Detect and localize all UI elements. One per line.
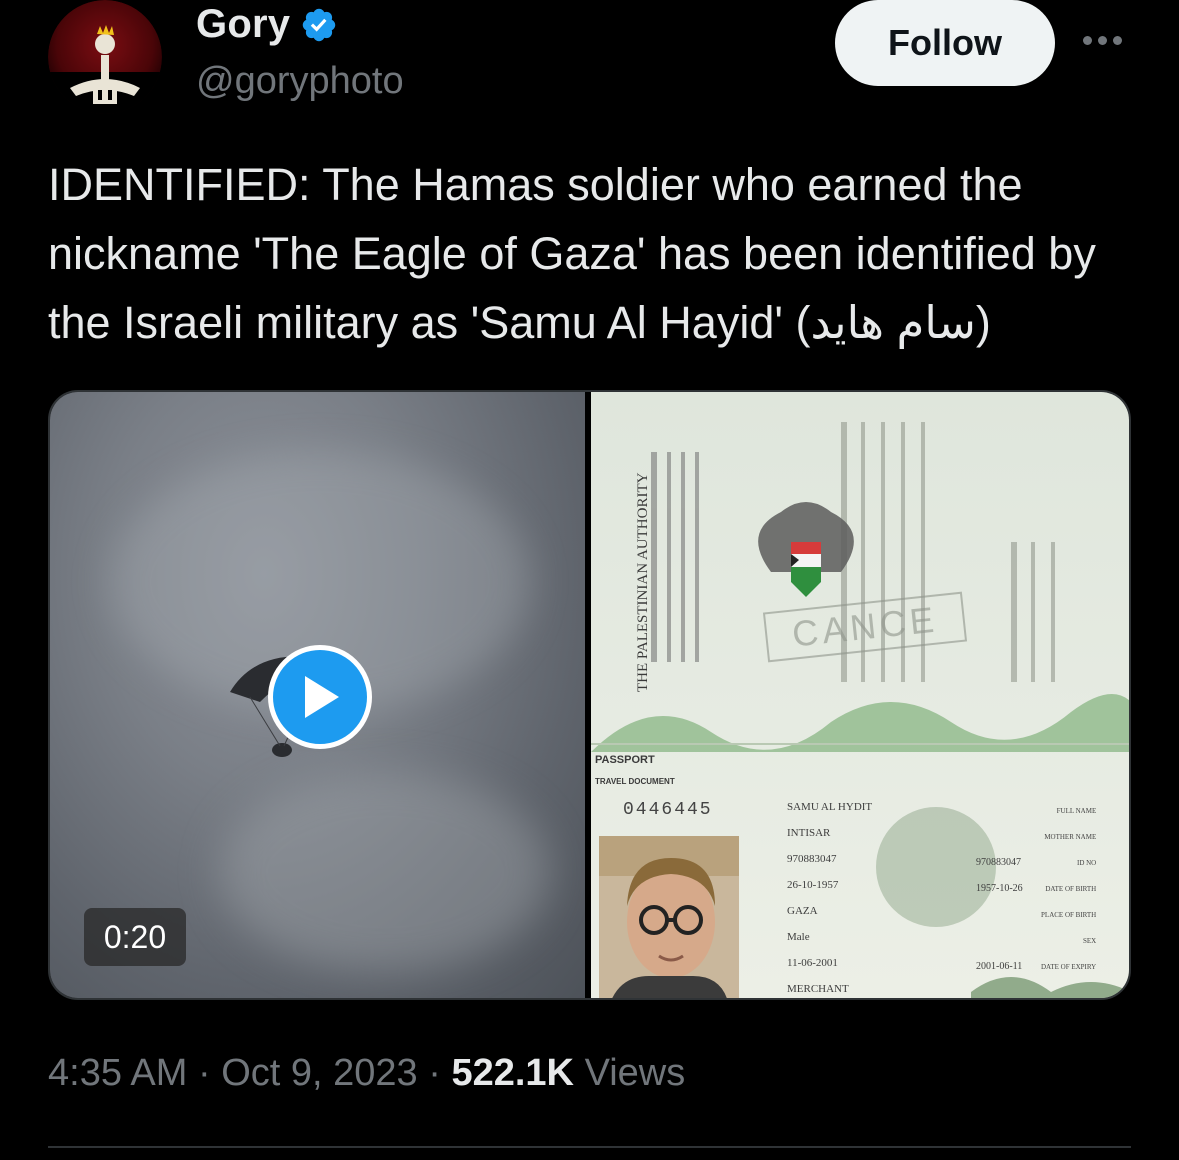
label-full-name: FULL NAME [1056, 807, 1097, 815]
field-place-of-birth: GAZA [787, 905, 818, 917]
tweet-meta: 4:35 AM · Oct 9, 2023 · 522.1K Views [48, 1052, 685, 1095]
avatar[interactable] [48, 0, 162, 114]
passport-fields-left: SAMU AL HYDIT INTISAR 970883047 26-10-19… [787, 794, 872, 998]
meta-separator: · [197, 1052, 211, 1094]
video-frame-cloud [220, 772, 550, 972]
passport-authority-en: THE PALESTINIAN AUTHORITY [635, 472, 651, 692]
passport-number: 0446445 [623, 800, 713, 820]
tweet-time[interactable]: 4:35 AM [48, 1052, 187, 1094]
field-id-no-right: 970883047 [976, 857, 1021, 868]
field-expiry-right: 2001-06-11 [976, 961, 1023, 972]
views-count[interactable]: 522.1K [451, 1052, 574, 1094]
more-options-icon[interactable] [1083, 28, 1131, 52]
author-handle[interactable]: @goryphoto [196, 60, 404, 103]
label-mother-name: MOTHER NAME [1044, 833, 1097, 841]
passport-field-labels: FULL NAME MOTHER NAME ID NO DATE OF BIRT… [1041, 798, 1096, 980]
field-mother-name: INTISAR [787, 827, 831, 839]
tweet-date[interactable]: Oct 9, 2023 [221, 1052, 417, 1094]
more-dot [1098, 35, 1107, 45]
label-dob: DATE OF BIRTH [1045, 885, 1097, 893]
tweet: Gory @goryphoto Follow IDENTIFIED: The H… [0, 0, 1179, 1160]
field-dob-right: 1957-10-26 [976, 883, 1023, 894]
field-id-no: 970883047 [787, 853, 837, 865]
passport-photo-portrait [599, 836, 739, 998]
passport-fields-right: 970883047 1957-10-26 2001-06-11 [976, 850, 1023, 980]
field-profession: MERCHANT [787, 983, 849, 995]
views-label: Views [584, 1052, 686, 1094]
video-player[interactable]: 0:20 [50, 392, 586, 998]
field-expiry: 11-06-2001 [787, 957, 838, 969]
follow-button[interactable]: Follow [835, 0, 1055, 86]
play-icon [305, 676, 339, 718]
passport-image[interactable]: CANCE THE PALESTINIAN AUTHORITY PASSPORT… [591, 392, 1129, 998]
field-sex: Male [787, 931, 810, 943]
field-spacer [976, 902, 1023, 954]
more-dot [1083, 35, 1092, 45]
label-expiry: DATE OF EXPIRY [1041, 963, 1097, 971]
display-name[interactable]: Gory [196, 2, 290, 47]
bottom-divider [48, 1146, 1131, 1148]
tweet-text: IDENTIFIED: The Hamas soldier who earned… [48, 159, 1109, 348]
passport-label: PASSPORT [595, 754, 655, 766]
video-duration-badge: 0:20 [84, 908, 186, 966]
label-sex: SEX [1083, 937, 1097, 945]
play-button[interactable] [268, 645, 372, 749]
more-dot [1113, 35, 1122, 45]
field-full-name: SAMU AL HYDIT [787, 801, 873, 813]
author-name-row[interactable]: Gory [196, 2, 338, 47]
verified-badge-icon [302, 8, 336, 41]
media-container: 0:20 CANCE THE PALESTINIAN AUTHORITY PAS… [48, 390, 1131, 1000]
avatar-image [48, 0, 162, 114]
travel-document-label: TRAVEL DOCUMENT [595, 777, 675, 786]
label-pob: PLACE OF BIRTH [1041, 911, 1097, 919]
passport-photo [599, 836, 739, 998]
label-id: ID NO [1076, 859, 1097, 867]
field-dob: 26-10-1957 [787, 879, 839, 891]
meta-separator: · [428, 1052, 441, 1094]
